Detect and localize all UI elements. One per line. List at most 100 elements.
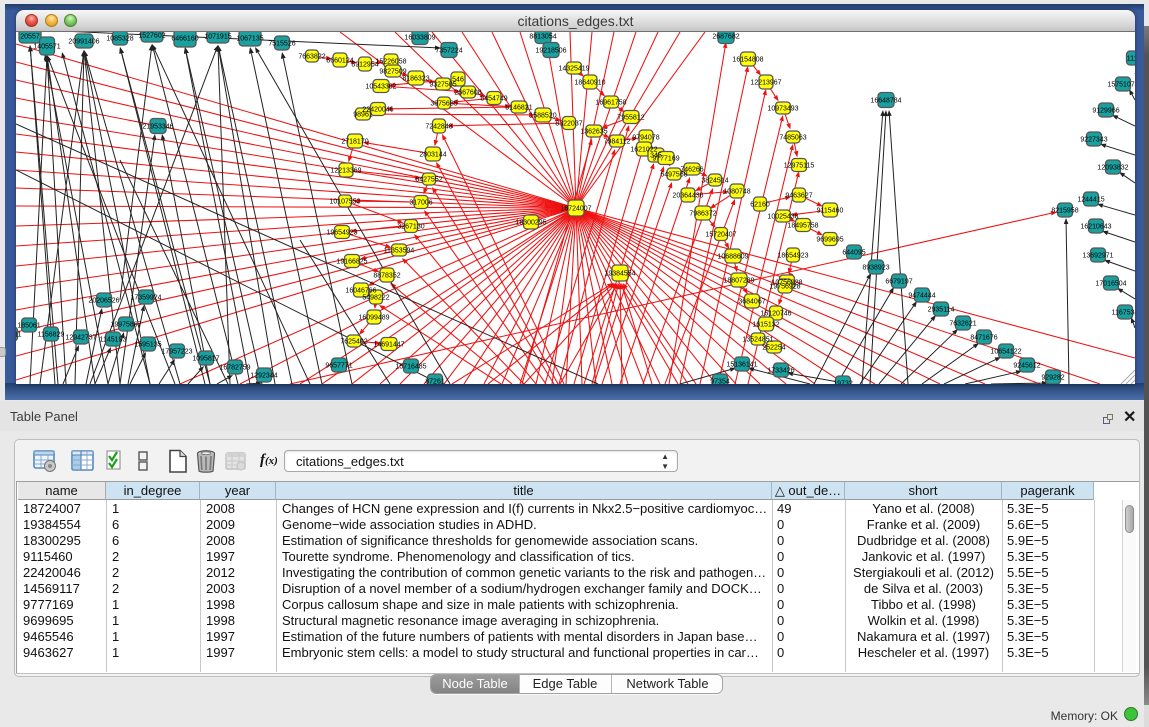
svg-text:1362635: 1362635 bbox=[580, 129, 607, 136]
svg-text:1085328: 1085328 bbox=[106, 36, 133, 43]
svg-text:2687682: 2687682 bbox=[712, 34, 739, 41]
svg-text:19654923: 19654923 bbox=[326, 230, 357, 237]
svg-text:11353594: 11353594 bbox=[384, 248, 415, 255]
svg-text:252254: 252254 bbox=[762, 345, 785, 352]
svg-text:20364436: 20364436 bbox=[672, 193, 703, 200]
svg-text:1588520: 1588520 bbox=[529, 113, 556, 120]
svg-text:12975115: 12975115 bbox=[784, 163, 815, 170]
svg-text:16120746: 16120746 bbox=[760, 311, 791, 318]
svg-text:7485063: 7485063 bbox=[779, 135, 806, 142]
svg-text:2667608: 2667608 bbox=[454, 90, 481, 97]
svg-text:3267130: 3267130 bbox=[397, 224, 424, 231]
svg-text:9699695: 9699695 bbox=[816, 237, 843, 244]
svg-text:18640910: 18640910 bbox=[574, 80, 605, 87]
svg-text:16210643: 16210643 bbox=[1080, 224, 1111, 231]
svg-text:8938923: 8938923 bbox=[862, 265, 889, 272]
svg-text:14325419: 14325419 bbox=[558, 66, 589, 73]
svg-text:8322037: 8322037 bbox=[555, 121, 582, 128]
svg-text:644095: 644095 bbox=[842, 250, 865, 257]
svg-text:185061: 185061 bbox=[17, 323, 40, 330]
svg-text:8454749: 8454749 bbox=[480, 96, 507, 103]
svg-text:1156829: 1156829 bbox=[38, 332, 65, 339]
svg-text:87261: 87261 bbox=[425, 379, 445, 385]
svg-text:15720407: 15720407 bbox=[705, 232, 736, 239]
svg-text:2803144: 2803144 bbox=[419, 152, 446, 159]
svg-text:17016504: 17016504 bbox=[1095, 281, 1126, 288]
svg-text:10107553: 10107553 bbox=[329, 199, 360, 206]
svg-text:2935114: 2935114 bbox=[928, 307, 955, 314]
svg-text:1527602: 1527602 bbox=[138, 33, 165, 40]
svg-text:1145193: 1145193 bbox=[100, 337, 127, 344]
svg-text:16782759: 16782759 bbox=[219, 365, 250, 372]
svg-text:1595135: 1595135 bbox=[134, 342, 161, 349]
svg-text:6466160: 6466160 bbox=[171, 36, 198, 43]
svg-text:9129966: 9129966 bbox=[1092, 108, 1119, 115]
svg-text:9115460: 9115460 bbox=[817, 208, 844, 215]
svg-text:12942737: 12942737 bbox=[65, 335, 96, 342]
svg-text:9657771: 9657771 bbox=[325, 363, 352, 370]
svg-text:8471676: 8471676 bbox=[970, 335, 997, 342]
svg-text:8215958: 8215958 bbox=[1051, 208, 1078, 215]
svg-text:16033809: 16033809 bbox=[404, 35, 435, 42]
svg-text:19732: 19732 bbox=[833, 381, 853, 385]
svg-text:20206526: 20206526 bbox=[88, 298, 119, 305]
svg-text:18654923: 18654923 bbox=[777, 253, 808, 260]
svg-text:62160: 62160 bbox=[750, 202, 770, 209]
svg-text:19166825: 19166825 bbox=[336, 259, 367, 266]
svg-text:1244415: 1244415 bbox=[1077, 197, 1104, 204]
svg-text:391511: 391511 bbox=[16, 332, 22, 339]
svg-text:17957223: 17957223 bbox=[161, 349, 192, 356]
svg-text:1067135: 1067135 bbox=[236, 36, 263, 43]
svg-text:10973493: 10973493 bbox=[767, 106, 798, 113]
svg-text:12213967: 12213967 bbox=[750, 80, 781, 87]
svg-text:3875685: 3875685 bbox=[430, 101, 457, 108]
svg-text:19218506: 19218506 bbox=[535, 48, 566, 55]
svg-text:9146821: 9146821 bbox=[505, 105, 532, 112]
svg-text:5498222: 5498222 bbox=[362, 295, 389, 302]
svg-text:1733426: 1733426 bbox=[767, 368, 794, 375]
svg-text:2718170: 2718170 bbox=[341, 139, 368, 146]
svg-text:8427552: 8427552 bbox=[415, 177, 442, 184]
svg-text:9463627: 9463627 bbox=[785, 193, 812, 200]
svg-text:15136141: 15136141 bbox=[726, 362, 757, 369]
svg-text:18300295: 18300295 bbox=[515, 220, 546, 227]
svg-text:7663822: 7663822 bbox=[298, 54, 325, 61]
svg-text:12213369: 12213369 bbox=[330, 168, 361, 175]
svg-text:9474444: 9474444 bbox=[908, 293, 935, 300]
svg-text:1080748: 1080748 bbox=[723, 189, 750, 196]
svg-text:7357224: 7357224 bbox=[435, 48, 462, 55]
svg-text:9827509: 9827509 bbox=[379, 69, 406, 76]
svg-text:6679197: 6679197 bbox=[885, 279, 912, 286]
svg-text:317006: 317006 bbox=[409, 200, 432, 207]
svg-text:8813054: 8813054 bbox=[529, 34, 556, 41]
svg-text:7632621: 7632621 bbox=[949, 321, 976, 328]
svg-text:7242848: 7242848 bbox=[425, 124, 452, 131]
svg-text:1167534: 1167534 bbox=[1112, 310, 1135, 317]
svg-text:13524851: 13524851 bbox=[742, 337, 773, 344]
svg-text:1405571: 1405571 bbox=[33, 44, 60, 51]
svg-text:8186323: 8186323 bbox=[402, 76, 429, 83]
svg-text:8878352: 8878352 bbox=[373, 273, 400, 280]
svg-text:10543362: 10543362 bbox=[365, 84, 396, 91]
svg-text:7986372: 7986372 bbox=[689, 211, 716, 218]
svg-text:98961: 98961 bbox=[353, 112, 373, 119]
svg-text:7955812: 7955812 bbox=[617, 115, 644, 122]
svg-text:1112: 1112 bbox=[1127, 56, 1135, 63]
svg-text:7984112: 7984112 bbox=[604, 139, 631, 146]
svg-text:8660124: 8660124 bbox=[326, 58, 353, 65]
svg-text:20557: 20557 bbox=[20, 34, 40, 41]
svg-text:546: 546 bbox=[452, 77, 464, 84]
svg-text:929282: 929282 bbox=[1041, 375, 1064, 382]
svg-text:19756928: 19756928 bbox=[769, 284, 800, 291]
svg-text:9794078: 9794078 bbox=[632, 135, 659, 142]
svg-text:18807289: 18807289 bbox=[723, 278, 754, 285]
svg-text:97354: 97354 bbox=[710, 379, 730, 385]
svg-text:9777169: 9777169 bbox=[652, 156, 679, 163]
svg-text:16154808: 16154808 bbox=[732, 57, 763, 64]
svg-text:12093832: 12093832 bbox=[1097, 165, 1128, 172]
svg-text:7515526: 7515526 bbox=[268, 41, 295, 48]
svg-text:15716485: 15716485 bbox=[395, 364, 426, 371]
svg-text:16648784: 16648784 bbox=[870, 98, 901, 105]
svg-text:19975867: 19975867 bbox=[110, 322, 141, 329]
svg-text:13692971: 13692971 bbox=[1082, 253, 1113, 260]
